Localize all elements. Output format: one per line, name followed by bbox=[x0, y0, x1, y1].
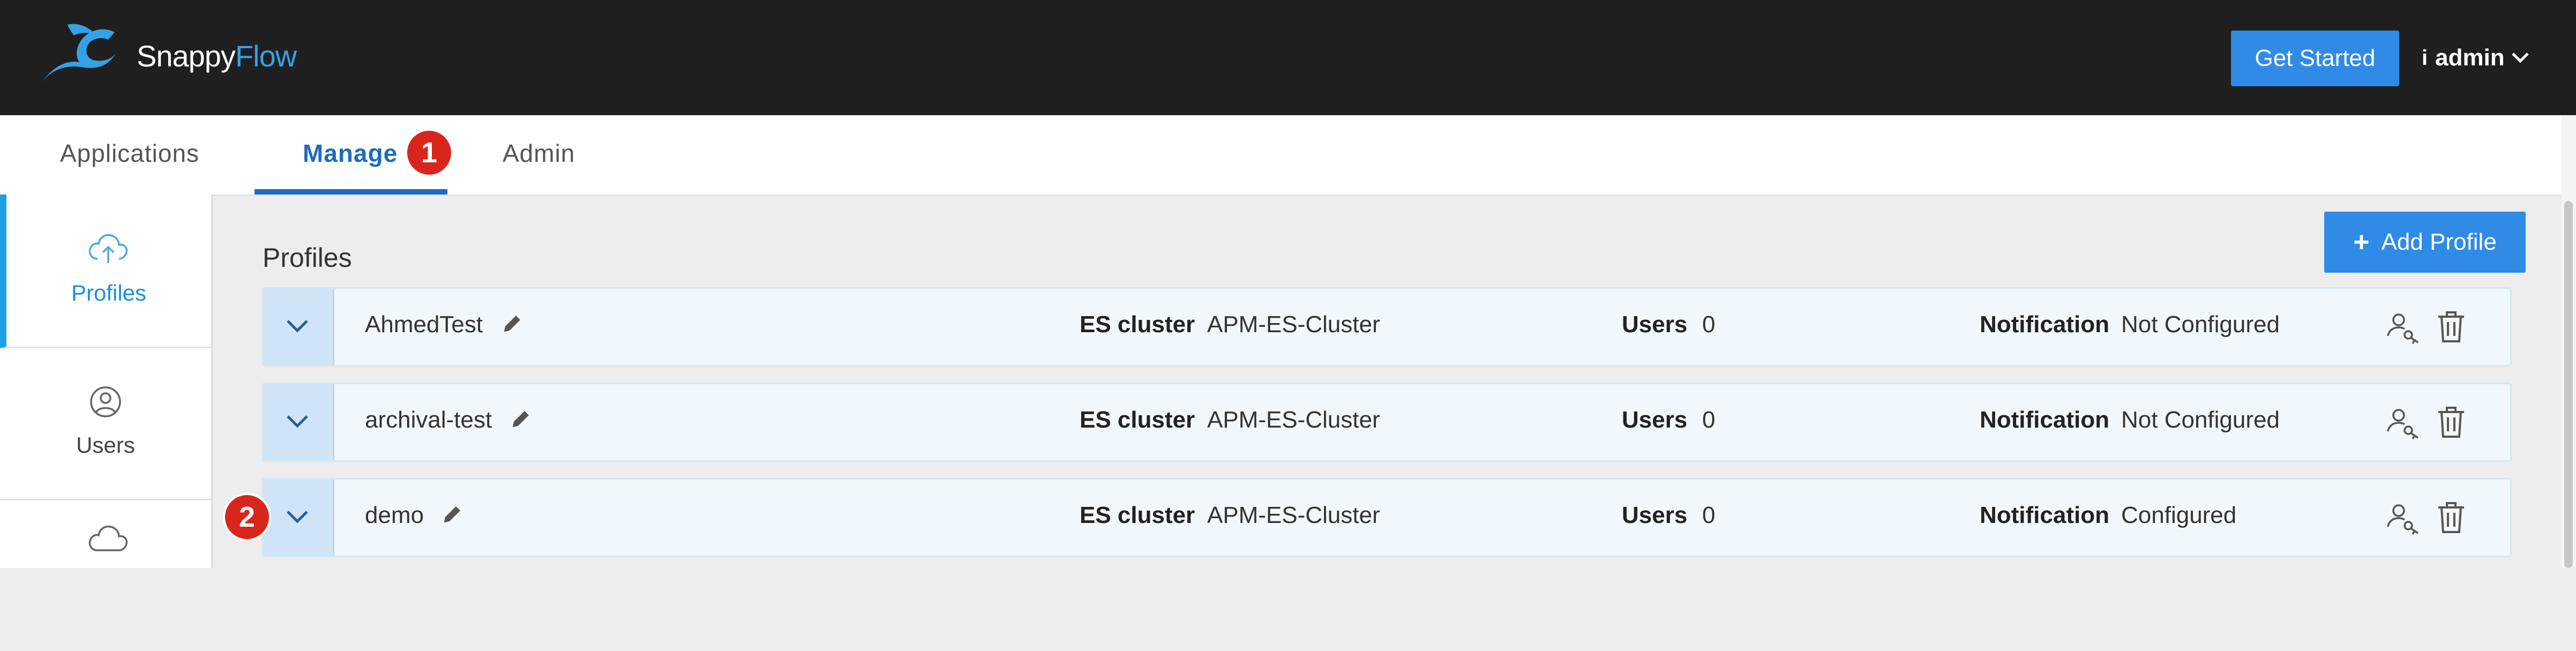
brand-name-part2: Flow bbox=[235, 39, 297, 73]
active-tab-indicator bbox=[254, 189, 447, 194]
sidebar-item-cloud[interactable] bbox=[0, 499, 211, 651]
tab-applications[interactable]: Applications bbox=[60, 139, 199, 168]
add-profile-button[interactable]: + Add Profile bbox=[2324, 212, 2526, 273]
profile-name: archival-test bbox=[365, 407, 492, 433]
info-icon: i bbox=[2422, 46, 2428, 70]
notification-label: Notification bbox=[1980, 407, 2109, 433]
user-menu-label: admin bbox=[2435, 44, 2505, 71]
users-count: 0 bbox=[1702, 407, 1716, 433]
expand-row-button[interactable] bbox=[263, 289, 334, 365]
step-marker-2: 2 bbox=[225, 495, 269, 539]
snappyflow-logo-icon[interactable] bbox=[35, 20, 121, 90]
notification-value: Not Configured bbox=[2121, 311, 2280, 338]
profile-row: demo ES cluster APM-ES-Cluster Users 0 N… bbox=[261, 478, 2512, 557]
notification-value: Not Configured bbox=[2121, 407, 2280, 433]
users-count: 0 bbox=[1702, 502, 1716, 528]
users-label: Users bbox=[1622, 407, 1688, 433]
expand-row-button[interactable] bbox=[263, 480, 334, 556]
user-circle-icon bbox=[90, 386, 121, 417]
brand-name: SnappyFlow bbox=[137, 39, 297, 73]
chevron-down-icon bbox=[287, 415, 308, 428]
profile-row: AhmedTest ES cluster APM-ES-Cluster User… bbox=[261, 287, 2512, 366]
page-title: Profiles bbox=[263, 243, 352, 273]
step-marker-1: 1 bbox=[407, 131, 451, 175]
notification-value: Configured bbox=[2121, 502, 2237, 528]
es-cluster-value: APM-ES-Cluster bbox=[1207, 502, 1380, 528]
profile-name: demo bbox=[365, 502, 424, 528]
es-cluster-label: ES cluster bbox=[1080, 407, 1195, 433]
top-bar: SnappyFlow Get Started i admin bbox=[0, 0, 2576, 115]
get-started-button[interactable]: Get Started bbox=[2231, 31, 2399, 86]
tab-manage[interactable]: Manage bbox=[303, 139, 398, 168]
sidebar-item-label: Profiles bbox=[71, 280, 147, 305]
cloud-upload-icon bbox=[88, 234, 128, 263]
pencil-edit-icon[interactable] bbox=[440, 503, 463, 527]
sidebar: Profiles Users bbox=[0, 194, 213, 568]
users-label: Users bbox=[1622, 311, 1688, 338]
plus-icon: + bbox=[2353, 227, 2370, 258]
users-count: 0 bbox=[1702, 311, 1716, 338]
sidebar-item-label: Users bbox=[76, 432, 135, 458]
cloud-icon bbox=[88, 525, 128, 551]
add-profile-label: Add Profile bbox=[2381, 229, 2497, 255]
main-tab-bar: Applications Manage Admin bbox=[0, 115, 2576, 196]
profile-name: AhmedTest bbox=[365, 311, 483, 338]
assign-users-icon[interactable] bbox=[2385, 406, 2420, 441]
page-scrollbar-thumb[interactable] bbox=[2564, 201, 2573, 568]
es-cluster-label: ES cluster bbox=[1080, 311, 1195, 338]
profile-row: archival-test ES cluster APM-ES-Cluster … bbox=[261, 383, 2512, 462]
page-scrollbar[interactable] bbox=[2561, 115, 2576, 568]
notification-label: Notification bbox=[1980, 311, 2109, 338]
trash-delete-icon[interactable] bbox=[2436, 310, 2466, 343]
pencil-edit-icon[interactable] bbox=[500, 312, 523, 336]
user-menu[interactable]: i admin bbox=[2422, 42, 2529, 74]
assign-users-icon[interactable] bbox=[2385, 501, 2420, 536]
chevron-down-icon bbox=[287, 511, 308, 523]
assign-users-icon[interactable] bbox=[2385, 310, 2420, 346]
pencil-edit-icon[interactable] bbox=[508, 408, 532, 431]
es-cluster-value: APM-ES-Cluster bbox=[1207, 407, 1380, 433]
tab-admin[interactable]: Admin bbox=[503, 139, 575, 168]
sidebar-item-users[interactable]: Users bbox=[0, 347, 211, 500]
es-cluster-value: APM-ES-Cluster bbox=[1207, 311, 1380, 338]
expand-row-button[interactable] bbox=[263, 384, 334, 460]
chevron-down-icon bbox=[2511, 53, 2529, 63]
chevron-down-icon bbox=[287, 320, 308, 333]
sidebar-item-profiles[interactable]: Profiles bbox=[0, 194, 211, 348]
brand-name-part1: Snappy bbox=[137, 39, 236, 73]
trash-delete-icon[interactable] bbox=[2436, 501, 2466, 534]
notification-label: Notification bbox=[1980, 502, 2109, 528]
es-cluster-label: ES cluster bbox=[1080, 502, 1195, 528]
trash-delete-icon[interactable] bbox=[2436, 406, 2466, 439]
users-label: Users bbox=[1622, 502, 1688, 528]
